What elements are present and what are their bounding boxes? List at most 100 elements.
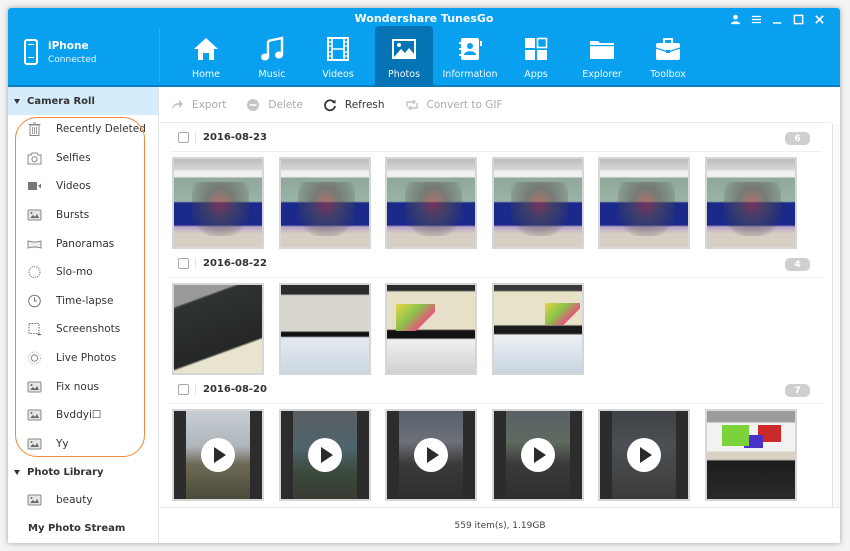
convert-to-gif-label: Convert to GIF (426, 98, 503, 111)
group-select-checkbox[interactable] (178, 384, 189, 395)
main-nav: Home Music Videos Photos Information App… (173, 26, 701, 87)
photo-thumbnail[interactable] (278, 157, 371, 249)
minimize-icon (772, 21, 782, 24)
delete-icon (247, 98, 260, 111)
photo-thumbnail[interactable] (704, 157, 797, 249)
music-icon (261, 36, 284, 61)
sidebar-item-label: Yy (56, 437, 69, 450)
sidebar-item-slo-mo[interactable]: Slo-mo (8, 258, 158, 287)
image-icon (27, 409, 41, 421)
thumbnail-row (160, 278, 832, 376)
thumbnail-row (160, 404, 832, 502)
main-panel: Export Delete Refresh Convert to GIF 201… (160, 87, 840, 543)
nav-toolbox[interactable]: Toolbox (635, 26, 701, 87)
convert-to-gif-button[interactable]: Convert to GIF (405, 98, 503, 112)
sidebar-group-camera-roll[interactable]: Camera Roll (8, 87, 158, 115)
account-button[interactable] (725, 11, 746, 27)
photo-icon (392, 39, 416, 59)
home-icon (194, 38, 218, 60)
play-icon (520, 438, 555, 472)
delete-label: Delete (268, 98, 303, 111)
image-icon (27, 438, 41, 450)
refresh-button[interactable]: Refresh (323, 98, 385, 112)
group-count-badge: 6 (785, 132, 810, 145)
video-thumbnail[interactable] (491, 409, 584, 501)
nav-apps[interactable]: Apps (503, 26, 569, 87)
date-group-header: 2016-08-23 6 (170, 124, 822, 152)
live-photo-icon (27, 351, 41, 365)
close-button[interactable] (809, 11, 830, 27)
sidebar-item-album[interactable]: Fix nous (8, 372, 158, 401)
caret-down-icon (14, 469, 20, 475)
sidebar-item-selfies[interactable]: Selfies (8, 144, 158, 173)
sidebar-group-my-photo-stream[interactable]: My Photo Stream (8, 515, 158, 543)
export-button[interactable]: Export (170, 98, 226, 112)
photo-thumbnail[interactable] (278, 283, 371, 375)
photo-thumbnail[interactable] (491, 157, 584, 249)
sidebar-group-photo-library[interactable]: Photo Library (8, 458, 158, 486)
play-icon (414, 438, 448, 472)
photo-thumbnail[interactable] (704, 409, 797, 501)
image-icon (27, 209, 41, 221)
convert-gif-icon (405, 99, 418, 110)
toolbar: Export Delete Refresh Convert to GIF (160, 87, 830, 123)
photo-thumbnail[interactable] (385, 283, 477, 375)
video-thumbnail[interactable] (172, 409, 264, 501)
group-date: 2016-08-20 (203, 384, 267, 395)
date-group-header: 2016-08-20 7 (170, 376, 822, 404)
nav-music[interactable]: Music (239, 26, 305, 87)
video-camera-icon (27, 182, 41, 191)
sidebar-item-label: Time-lapse (56, 294, 114, 307)
sidebar-item-time-lapse[interactable]: Time-lapse (8, 287, 158, 316)
sidebar-item-live-photos[interactable]: Live Photos (8, 344, 158, 373)
sidebar-item-album[interactable]: Bvddyi☐ (8, 401, 158, 430)
sidebar-item-recently-deleted[interactable]: Recently Deleted (8, 115, 158, 144)
nav-photos[interactable]: Photos (375, 26, 433, 87)
video-thumbnail[interactable] (385, 409, 477, 501)
menu-button[interactable] (746, 11, 767, 27)
screenshot-icon (28, 323, 41, 336)
caret-down-icon (14, 98, 20, 104)
sidebar-item-beauty[interactable]: beauty (8, 486, 158, 515)
nav-label: Apps (524, 69, 548, 80)
apps-icon (525, 37, 548, 60)
photo-library-albums: beauty (8, 486, 158, 515)
sidebar: Camera Roll Recently Deleted Selfies Vid… (8, 87, 159, 543)
sidebar-item-screenshots[interactable]: Screenshots (8, 315, 158, 344)
group-select-checkbox[interactable] (178, 258, 189, 269)
sidebar-item-label: Recently Deleted (56, 123, 146, 136)
nav-information[interactable]: Information (437, 26, 503, 87)
photo-thumbnail[interactable] (172, 157, 264, 249)
photo-thumbnail[interactable] (491, 283, 584, 375)
contacts-icon (459, 38, 482, 60)
sidebar-item-bursts[interactable]: Bursts (8, 201, 158, 230)
group-select-checkbox[interactable] (178, 132, 189, 143)
toolbox-icon (655, 38, 681, 60)
video-thumbnail[interactable] (598, 409, 690, 501)
nav-videos[interactable]: Videos (305, 26, 371, 87)
sidebar-item-label: Slo-mo (56, 266, 93, 279)
device-info[interactable]: iPhone Connected (24, 34, 154, 70)
thumbnail-row (160, 152, 832, 250)
sidebar-item-panoramas[interactable]: Panoramas (8, 229, 158, 258)
delete-button[interactable]: Delete (246, 98, 303, 112)
iphone-icon (24, 39, 38, 65)
nav-label: Music (258, 69, 286, 80)
nav-label: Toolbox (650, 69, 686, 80)
slomo-icon (27, 266, 41, 279)
photo-thumbnail[interactable] (172, 283, 264, 375)
play-icon (627, 438, 661, 472)
header-divider (159, 28, 160, 82)
sidebar-item-videos[interactable]: Videos (8, 172, 158, 201)
sidebar-item-album[interactable]: Yy (8, 430, 158, 459)
vertical-scrollbar[interactable] (832, 124, 840, 507)
photo-thumbnail[interactable] (385, 157, 477, 249)
status-bar: 559 item(s), 1.19GB (160, 507, 840, 543)
photo-thumbnail[interactable] (598, 157, 690, 249)
maximize-button[interactable] (788, 11, 809, 27)
nav-home[interactable]: Home (173, 26, 239, 87)
minimize-button[interactable] (767, 11, 788, 27)
nav-label: Home (191, 69, 221, 80)
video-thumbnail[interactable] (278, 409, 371, 501)
nav-explorer[interactable]: Explorer (569, 26, 635, 87)
